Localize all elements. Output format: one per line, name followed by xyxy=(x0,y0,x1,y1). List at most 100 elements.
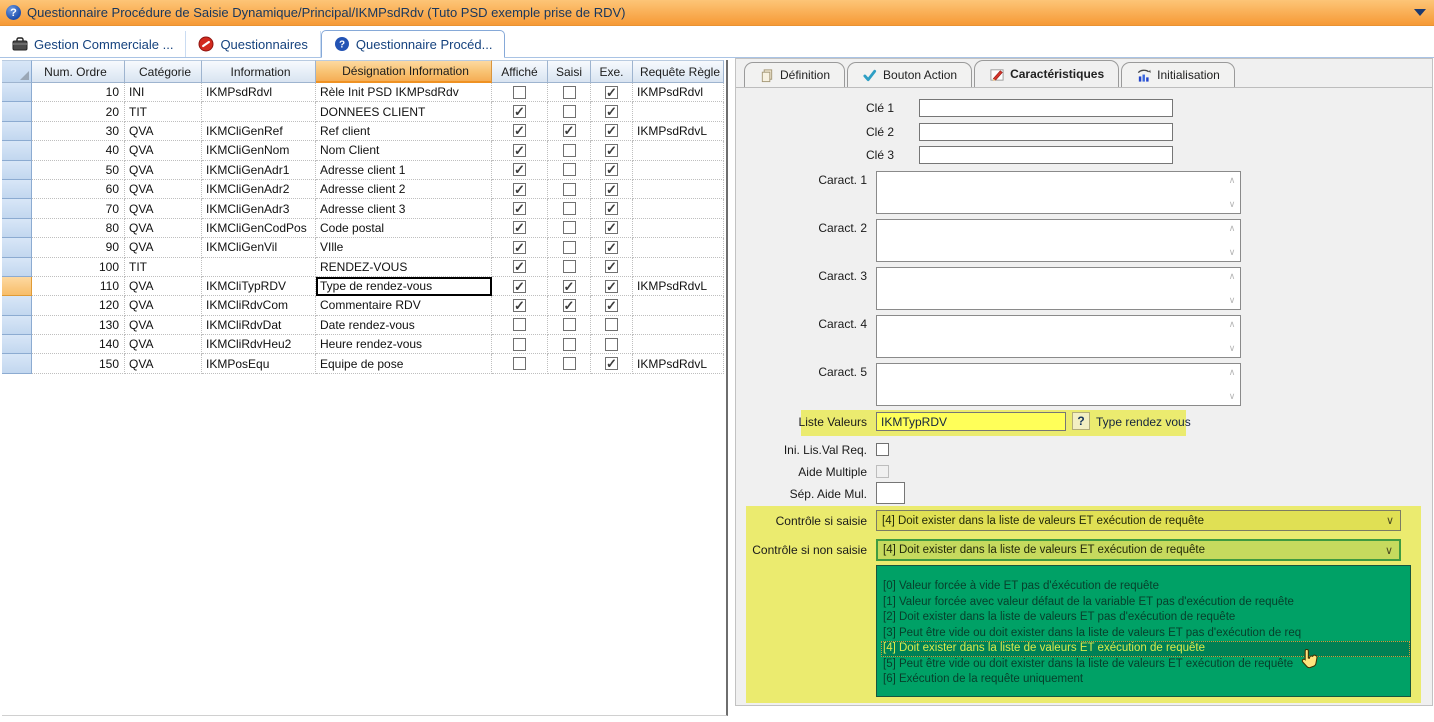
cell-information[interactable]: IKMCliGenAdr1 xyxy=(202,161,316,180)
cell-requete[interactable] xyxy=(633,161,724,180)
row-selector[interactable] xyxy=(2,258,32,277)
select-all-header[interactable] xyxy=(2,60,32,83)
panel-tab-initialisation[interactable]: Initialisation xyxy=(1121,62,1235,87)
panel-tab-caract-ristiques[interactable]: Caractéristiques xyxy=(974,60,1119,87)
affiche-checkbox[interactable] xyxy=(513,221,526,234)
cell-exe[interactable] xyxy=(591,83,633,102)
cell-information[interactable]: IKMCliRdvCom xyxy=(202,296,316,315)
saisi-checkbox[interactable] xyxy=(563,338,576,351)
cell-saisi[interactable] xyxy=(548,83,591,102)
column-header-affich[interactable]: Affiché xyxy=(492,60,548,83)
panel-tab-d-finition[interactable]: Définition xyxy=(744,62,845,87)
cell-designation[interactable]: Equipe de pose xyxy=(316,354,492,373)
cell-exe[interactable] xyxy=(591,161,633,180)
exe-checkbox[interactable] xyxy=(605,202,618,215)
cell-exe[interactable] xyxy=(591,219,633,238)
cell-exe[interactable] xyxy=(591,180,633,199)
table-row[interactable]: 110QVAIKMCliTypRDVType de rendez-vousIKM… xyxy=(2,277,726,296)
row-selector[interactable] xyxy=(2,102,32,121)
column-header-cat-gorie[interactable]: Catégorie xyxy=(125,60,202,83)
saisi-checkbox[interactable] xyxy=(563,124,576,137)
liste-valeurs-help-button[interactable]: ? xyxy=(1072,412,1090,430)
column-header-saisi[interactable]: Saisi xyxy=(548,60,591,83)
affiche-checkbox[interactable] xyxy=(513,163,526,176)
cle-1-input[interactable] xyxy=(919,99,1173,117)
cell-num-ordre[interactable]: 20 xyxy=(32,102,125,121)
cell-exe[interactable] xyxy=(591,354,633,373)
exe-checkbox[interactable] xyxy=(605,280,618,293)
cell-designation[interactable]: Code postal xyxy=(316,219,492,238)
row-selector[interactable] xyxy=(2,122,32,141)
cell-information[interactable]: IKMCliGenVil xyxy=(202,238,316,257)
cell-num-ordre[interactable]: 140 xyxy=(32,335,125,354)
exe-checkbox[interactable] xyxy=(605,338,618,351)
cell-categorie[interactable]: TIT xyxy=(125,102,202,121)
cell-designation[interactable]: Heure rendez-vous xyxy=(316,335,492,354)
cell-information[interactable]: IKMCliGenAdr3 xyxy=(202,199,316,218)
cell-affiche[interactable] xyxy=(492,161,548,180)
row-selector[interactable] xyxy=(2,199,32,218)
controle-si-non-saisie-select[interactable]: [4] Doit exister dans la liste de valeur… xyxy=(876,539,1401,561)
table-row[interactable]: 30QVAIKMCliGenRefRef clientIKMPsdRdvL xyxy=(2,122,726,141)
cell-requete[interactable] xyxy=(633,102,724,121)
cell-categorie[interactable]: QVA xyxy=(125,238,202,257)
cell-affiche[interactable] xyxy=(492,296,548,315)
row-selector[interactable] xyxy=(2,141,32,160)
exe-checkbox[interactable] xyxy=(605,86,618,99)
affiche-checkbox[interactable] xyxy=(513,260,526,273)
cell-saisi[interactable] xyxy=(548,296,591,315)
caract-5-textarea[interactable]: ∧∨ xyxy=(876,363,1241,406)
cell-saisi[interactable] xyxy=(548,238,591,257)
table-row[interactable]: 140QVAIKMCliRdvHeu2Heure rendez-vous xyxy=(2,335,726,354)
saisi-checkbox[interactable] xyxy=(563,163,576,176)
cell-saisi[interactable] xyxy=(548,335,591,354)
cell-num-ordre[interactable]: 90 xyxy=(32,238,125,257)
liste-valeurs-input[interactable]: IKMTypRDV xyxy=(876,412,1066,431)
saisi-checkbox[interactable] xyxy=(563,105,576,118)
cell-num-ordre[interactable]: 30 xyxy=(32,122,125,141)
column-header-exe[interactable]: Exe. xyxy=(591,60,633,83)
saisi-checkbox[interactable] xyxy=(563,221,576,234)
exe-checkbox[interactable] xyxy=(605,124,618,137)
dropdown-option-0[interactable]: [0] Valeur forcée à vide ET pas d'éxécut… xyxy=(881,579,1410,595)
cell-designation[interactable]: Adresse client 2 xyxy=(316,180,492,199)
saisi-checkbox[interactable] xyxy=(563,299,576,312)
table-row[interactable]: 40QVAIKMCliGenNomNom Client xyxy=(2,141,726,160)
affiche-checkbox[interactable] xyxy=(513,124,526,137)
sep-aide-mul-input[interactable] xyxy=(876,482,905,504)
cell-categorie[interactable]: TIT xyxy=(125,258,202,277)
cell-information[interactable]: IKMCliRdvDat xyxy=(202,316,316,335)
cell-information[interactable]: IKMCliRdvHeu2 xyxy=(202,335,316,354)
cell-num-ordre[interactable]: 60 xyxy=(32,180,125,199)
saisi-checkbox[interactable] xyxy=(563,183,576,196)
column-header-num-ordre[interactable]: Num. Ordre xyxy=(32,60,125,83)
cell-exe[interactable] xyxy=(591,141,633,160)
cell-affiche[interactable] xyxy=(492,316,548,335)
cell-saisi[interactable] xyxy=(548,180,591,199)
cell-categorie[interactable]: INI xyxy=(125,83,202,102)
cell-information[interactable]: IKMPosEqu xyxy=(202,354,316,373)
cell-categorie[interactable]: QVA xyxy=(125,296,202,315)
row-selector[interactable] xyxy=(2,335,32,354)
affiche-checkbox[interactable] xyxy=(513,144,526,157)
cell-requete[interactable] xyxy=(633,238,724,257)
cell-categorie[interactable]: QVA xyxy=(125,199,202,218)
cell-categorie[interactable]: QVA xyxy=(125,161,202,180)
dropdown-option-3[interactable]: [3] Peut être vide ou doit exister dans … xyxy=(881,626,1410,642)
tab-questionnaires[interactable]: Questionnaires xyxy=(186,31,320,57)
cell-designation[interactable]: Nom Client xyxy=(316,141,492,160)
affiche-checkbox[interactable] xyxy=(513,318,526,331)
exe-checkbox[interactable] xyxy=(605,299,618,312)
cell-categorie[interactable]: QVA xyxy=(125,354,202,373)
affiche-checkbox[interactable] xyxy=(513,202,526,215)
table-row[interactable]: 120QVAIKMCliRdvComCommentaire RDV xyxy=(2,296,726,315)
cell-exe[interactable] xyxy=(591,335,633,354)
caract-4-textarea[interactable]: ∧∨ xyxy=(876,315,1241,358)
scrollbar-arrows[interactable]: ∧∨ xyxy=(1225,365,1239,404)
cell-saisi[interactable] xyxy=(548,122,591,141)
cell-affiche[interactable] xyxy=(492,83,548,102)
cell-exe[interactable] xyxy=(591,258,633,277)
cell-requete[interactable] xyxy=(633,335,724,354)
cell-requete[interactable] xyxy=(633,258,724,277)
affiche-checkbox[interactable] xyxy=(513,183,526,196)
